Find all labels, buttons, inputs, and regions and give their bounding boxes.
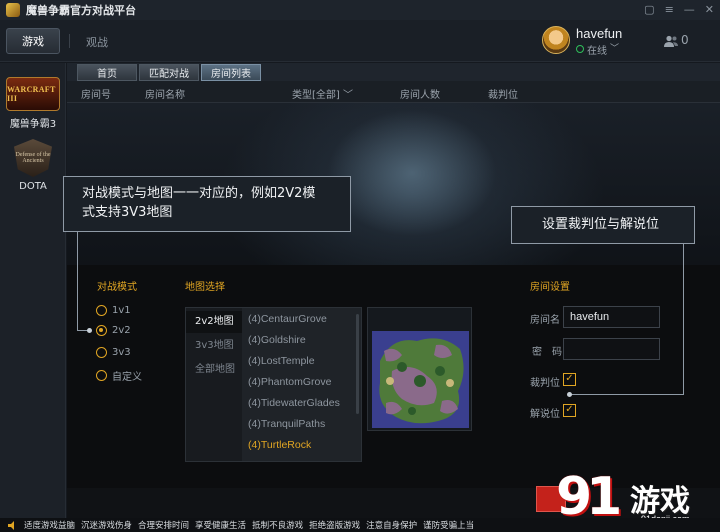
notice-text: 沉迷游戏伤身 (81, 521, 133, 531)
notice-text: 抵制不良游戏 (252, 521, 304, 531)
referee-checkbox[interactable]: ✓ (563, 373, 576, 386)
room-table-header: 房间号 房间名称 类型[全部] ﹀ 房间人数 裁判位 (67, 81, 720, 103)
mode-radio-2v2[interactable]: 2v2 (96, 325, 131, 336)
nav-divider (69, 34, 70, 48)
app-logo-icon (6, 3, 20, 17)
radio-icon (96, 370, 107, 381)
col-room-no[interactable]: 房间号 (81, 86, 111, 101)
user-name[interactable]: havefun (576, 26, 622, 41)
sidebar-item-warcraft3[interactable]: WARCRAFT III 魔兽争霸3 (0, 77, 66, 130)
skin-icon[interactable]: ▢ (644, 3, 654, 16)
map-list-scrollbar[interactable] (356, 314, 359, 414)
radio-selected-icon (96, 325, 107, 336)
sidebar-item-dota[interactable]: Defense of the Ancients DOTA (0, 139, 66, 192)
notice-text: 合理安排时间 (138, 521, 190, 531)
title-bar: 魔兽争霸官方对战平台 ▢ ≡ — ✕ (0, 0, 720, 20)
map-section-title: 地图选择 (185, 282, 225, 293)
map-preview-image (372, 331, 469, 428)
window-controls: ▢ ≡ — ✕ (644, 3, 714, 16)
game-sidebar: WARCRAFT III 魔兽争霸3 Defense of the Ancien… (0, 63, 66, 518)
radio-icon (96, 347, 107, 358)
dota-logo: Defense of the Ancients (14, 139, 52, 177)
close-icon[interactable]: ✕ (705, 3, 714, 16)
tab-room-list[interactable]: 房间列表 (201, 64, 261, 81)
warcraft3-logo: WARCRAFT III (6, 77, 60, 111)
map-list-item[interactable]: (4)CentaurGrove (248, 313, 327, 325)
room-name-input[interactable]: havefun (563, 306, 660, 328)
annotation-line: 对战模式与地图一一对应的，例如2V2模 (82, 186, 316, 201)
tab-matchmaking[interactable]: 匹配对战 (139, 64, 199, 81)
commentator-label: 解说位 (530, 409, 560, 420)
commentator-checkbox[interactable]: ✓ (563, 404, 576, 417)
speaker-icon[interactable] (8, 520, 18, 530)
top-nav: 游戏 观战 havefun 在线 ﹀ 0 (0, 20, 720, 62)
app-title: 魔兽争霸官方对战平台 (26, 4, 136, 17)
mode-radio-1v1[interactable]: 1v1 (96, 305, 131, 316)
radio-label: 2v2 (112, 325, 131, 336)
map-list-item[interactable]: (4)LostTemple (248, 355, 315, 367)
status-bar: 适度游戏益脑 沉迷游戏伤身 合理安排时间 享受健康生活 抵制不良游戏 拒绝盗版游… (0, 518, 720, 532)
notice-text: 适度游戏益脑 (24, 521, 76, 531)
annotation-leader-line (570, 394, 684, 395)
password-label: 密 码 (532, 347, 562, 358)
minimize-icon[interactable]: — (684, 3, 695, 16)
mode-radio-custom[interactable]: 自定义 (96, 368, 142, 383)
map-tab-3v3[interactable]: 3v3地图 (186, 335, 242, 357)
annotation-leader-line (683, 244, 684, 395)
menu-icon[interactable]: ≡ (665, 3, 674, 16)
map-list-item[interactable]: (4)Goldshire (248, 334, 306, 346)
mode-radio-3v3[interactable]: 3v3 (96, 347, 131, 358)
radio-label: 自定义 (112, 372, 142, 383)
referee-label: 裁判位 (530, 378, 560, 389)
col-type-label: 类型[全部] (292, 90, 340, 101)
map-tab-all[interactable]: 全部地图 (186, 359, 242, 381)
annotation-leader-line (77, 232, 78, 331)
sidebar-item-label: 魔兽争霸3 (9, 119, 57, 130)
room-name-label: 房间名 (530, 315, 560, 326)
chevron-down-icon: ﹀ (343, 90, 353, 101)
map-category-tabs: 2v2地图 3v3地图 全部地图 (186, 308, 242, 461)
notice-text: 拒绝盗版游戏 (309, 521, 361, 531)
chevron-down-icon[interactable]: ﹀ (610, 41, 619, 54)
notice-text: 注意自身保护 (366, 521, 418, 531)
dialog-button-bar (67, 488, 720, 518)
tab-watch[interactable]: 观战 (86, 34, 108, 50)
annotation-dot (567, 392, 572, 397)
sub-tabs: 首页 匹配对战 房间列表 (67, 63, 720, 81)
col-referee[interactable]: 裁判位 (488, 86, 518, 101)
map-list-item[interactable]: (4)TranquilPaths (248, 418, 325, 430)
friends-count: 0 (681, 33, 689, 47)
annotation-line: 式支持3V3地图 (82, 205, 173, 220)
tab-game[interactable]: 游戏 (6, 28, 60, 54)
friends-icon[interactable] (664, 35, 678, 47)
col-players[interactable]: 房间人数 (400, 86, 440, 101)
avatar[interactable] (542, 26, 570, 54)
map-list-item[interactable]: (4)PhantomGrove (248, 376, 331, 388)
room-settings-title: 房间设置 (530, 282, 570, 293)
radio-label: 3v3 (112, 347, 131, 358)
sidebar-item-label: DOTA (19, 181, 47, 192)
map-list-item[interactable]: (4)TidewaterGlades (248, 397, 340, 409)
annotation-referee: 设置裁判位与解说位 (511, 206, 695, 244)
password-input[interactable] (563, 338, 660, 360)
col-type[interactable]: 类型[全部] ﹀ (292, 86, 353, 101)
annotation-mode-map: 对战模式与地图一一对应的，例如2V2模 式支持3V3地图 (63, 176, 351, 232)
tab-home[interactable]: 首页 (77, 64, 137, 81)
notice-text: 享受健康生活 (195, 521, 247, 531)
map-list-panel: 2v2地图 3v3地图 全部地图 (4)CentaurGrove (4)Gold… (185, 307, 362, 462)
map-list-item-selected[interactable]: (4)TurtleRock (248, 439, 311, 451)
mode-section-title: 对战模式 (97, 282, 137, 293)
map-tab-2v2[interactable]: 2v2地图 (186, 311, 242, 333)
annotation-dot (87, 328, 92, 333)
radio-label: 1v1 (112, 305, 131, 316)
online-status-icon (576, 45, 584, 53)
radio-icon (96, 305, 107, 316)
map-preview (367, 307, 472, 431)
status-text[interactable]: 在线 (587, 42, 607, 57)
notice-text: 谨防受骗上当 (423, 521, 475, 531)
col-room-name[interactable]: 房间名称 (145, 86, 185, 101)
